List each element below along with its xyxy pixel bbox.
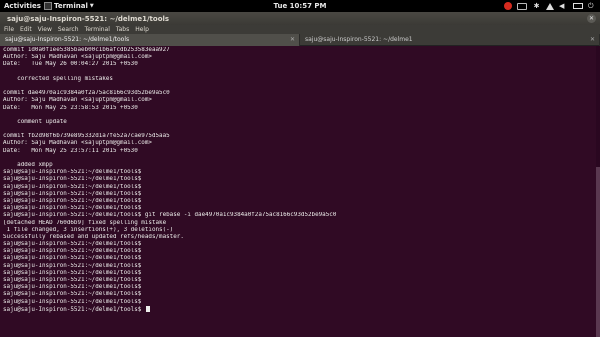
clock[interactable]: Tue 10:57 PM: [274, 2, 327, 10]
terminal-line: added xmpp: [3, 162, 53, 168]
terminal-line: commit 1d0a0f1ee5385baeb00c1b6afcdb25358…: [3, 47, 170, 53]
terminal-line: saju@saju-Inspiron-5521:~/delme1/tools$: [3, 284, 142, 291]
terminal-line: saju@saju-Inspiron-5521:~/delme1/tools$: [3, 255, 142, 262]
app-menu-button[interactable]: Terminal ▼: [44, 1, 94, 11]
power-icon[interactable]: ⏻: [588, 2, 597, 10]
tab-delme1[interactable]: saju@saju-Inspiron-5521: ~/delme1 ✕: [300, 34, 600, 46]
terminal-line: saju@saju-Inspiron-5521:~/delme1/tools$: [3, 183, 142, 190]
terminal-line: Date: Mon May 25 23:58:53 2015 +0530: [3, 104, 138, 111]
terminal-line: Author: Saju Madhavan <sajuptpm@gmail.co…: [3, 54, 152, 61]
terminal-line: saju@saju-Inspiron-5521:~/delme1/tools$: [3, 248, 142, 255]
terminal-line: commit fb2d98f6b739e895332d1a7fe52a7cae9…: [3, 133, 170, 140]
top-bar: Activities Terminal ▼ Tue 10:57 PM ✱ ◀ ⏻: [0, 0, 600, 12]
window-title: saju@saju-Inspiron-5521: ~/delme1/tools: [7, 15, 170, 23]
terminal-line: Date: Tue May 26 00:04:27 2015 +0530: [3, 61, 138, 68]
menu-tabs[interactable]: Tabs: [116, 26, 129, 33]
terminal-line: 1 file changed, 3 insertions(+), 3 delet…: [3, 226, 174, 233]
terminal-line: saju@saju-Inspiron-5521:~/delme1/tools$: [3, 176, 142, 183]
terminal-line: saju@saju-Inspiron-5521:~/delme1/tools$: [3, 305, 593, 313]
activities-button[interactable]: Activities: [4, 2, 41, 10]
close-icon[interactable]: ✕: [590, 34, 595, 46]
wifi-icon[interactable]: [546, 2, 554, 10]
menu-help[interactable]: Help: [135, 26, 149, 33]
terminal-line: corrected spelling mistakes: [3, 75, 113, 82]
terminal-app-icon: [44, 2, 52, 10]
terminal-line: saju@saju-Inspiron-5521:~/delme1/tools$: [3, 241, 142, 248]
menu-view[interactable]: View: [38, 26, 52, 33]
terminal-line: saju@saju-Inspiron-5521:~/delme1/tools$: [3, 262, 142, 269]
terminal-line: [detached HEAD 760d6b9] fixed spelling m…: [3, 219, 167, 226]
battery-icon[interactable]: [573, 3, 583, 9]
terminal-line: saju@saju-Inspiron-5521:~/delme1/tools$: [3, 291, 142, 298]
app-menu-label: Terminal: [54, 2, 88, 10]
menu-search[interactable]: Search: [58, 26, 79, 33]
terminal-line: saju@saju-Inspiron-5521:~/delme1/tools$: [3, 190, 142, 197]
tab-label: saju@saju-Inspiron-5521: ~/delme1: [305, 36, 413, 43]
terminal-line: saju@saju-Inspiron-5521:~/delme1/tools$: [3, 277, 142, 283]
terminal-line: commit dae4970a1c9384a0f2a75ac8166c93d52…: [3, 90, 170, 97]
bluetooth-icon[interactable]: ✱: [532, 2, 541, 10]
terminal-line: saju@saju-Inspiron-5521:~/delme1/tools$: [3, 205, 142, 212]
terminal-line: saju@saju-Inspiron-5521:~/delme1/tools$: [3, 269, 142, 276]
close-icon[interactable]: ✕: [587, 14, 596, 23]
terminal-scrollbar[interactable]: [596, 46, 600, 337]
tab-label: saju@saju-Inspiron-5521: ~/delme1/tools: [5, 36, 130, 43]
scrollbar-thumb[interactable]: [596, 167, 600, 337]
terminal-line: Date: Mon May 25 23:57:11 2015 +0530: [3, 147, 138, 154]
tab-tools[interactable]: saju@saju-Inspiron-5521: ~/delme1/tools …: [0, 34, 300, 46]
menu-edit[interactable]: Edit: [20, 26, 32, 33]
terminal-line: saju@saju-Inspiron-5521:~/delme1/tools$: [3, 298, 142, 305]
tab-bar: saju@saju-Inspiron-5521: ~/delme1/tools …: [0, 34, 600, 46]
system-tray: ✱ ◀ ⏻: [504, 1, 597, 11]
terminal-line: Author: Saju Madhavan <sajuptpm@gmail.co…: [3, 140, 152, 147]
keyboard-icon[interactable]: [517, 2, 527, 10]
terminal-line: comment update: [3, 118, 67, 125]
close-icon[interactable]: ✕: [290, 34, 295, 46]
window-title-bar[interactable]: saju@saju-Inspiron-5521: ~/delme1/tools …: [0, 12, 600, 25]
menu-terminal[interactable]: Terminal: [85, 26, 110, 33]
terminal-line: saju@saju-Inspiron-5521:~/delme1/tools$: [3, 169, 142, 176]
volume-icon[interactable]: ◀: [559, 2, 568, 10]
menu-bar: File Edit View Search Terminal Tabs Help: [0, 25, 600, 34]
menu-file[interactable]: File: [4, 26, 14, 33]
terminal-line: Author: Saju Madhavan <sajuptpm@gmail.co…: [3, 97, 152, 104]
text-cursor: [145, 305, 150, 312]
terminal-line: Successfully rebased and updated refs/he…: [3, 233, 184, 240]
terminal-output[interactable]: commit 1d0a0f1ee5385baeb00c1b6afcdb25358…: [0, 46, 596, 337]
terminal-line: saju@saju-Inspiron-5521:~/delme1/tools$ …: [3, 212, 337, 219]
terminal-line: saju@saju-Inspiron-5521:~/delme1/tools$: [3, 197, 142, 204]
notification-icon[interactable]: [504, 2, 512, 10]
chevron-down-icon: ▼: [89, 3, 94, 9]
